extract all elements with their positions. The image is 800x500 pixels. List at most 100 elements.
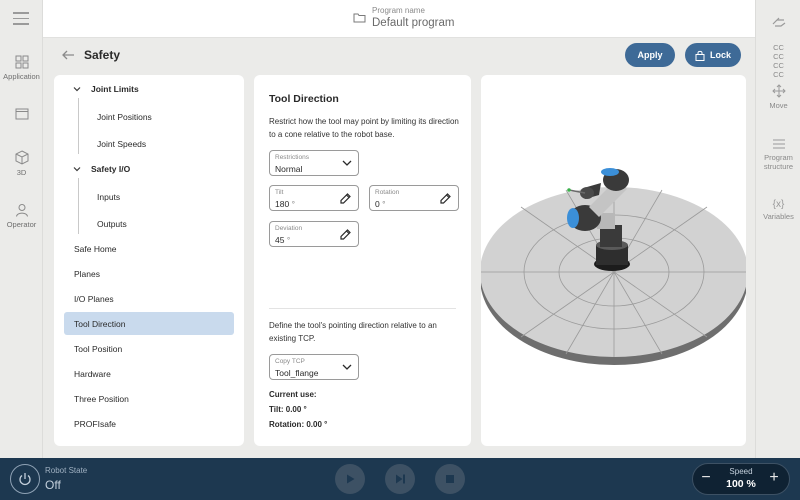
copy-tcp-dropdown[interactable]: Copy TCP Tool_flange — [269, 354, 359, 380]
nav-joint-positions[interactable]: Joint Positions — [97, 112, 152, 122]
tcp-description: Define the tool's pointing direction rel… — [269, 321, 437, 343]
restrictions-dropdown[interactable]: Restrictions Normal — [269, 150, 359, 176]
pencil-icon[interactable] — [339, 228, 352, 241]
nav-planes[interactable]: Planes — [74, 269, 100, 279]
nav-window[interactable] — [0, 108, 43, 123]
nav-io-planes[interactable]: I/O Planes — [74, 294, 114, 304]
program-name-value: Default program — [372, 17, 455, 29]
nav-safe-home[interactable]: Safe Home — [74, 244, 117, 254]
deviation-value-wrap: 45 ° — [275, 235, 290, 245]
nav-variables-label: Variables — [763, 212, 794, 221]
tree-line — [78, 178, 79, 234]
copy-tcp-value: Tool_flange — [275, 368, 319, 378]
speed-increase-button[interactable]: + — [767, 469, 781, 487]
braces-icon: {x} — [772, 199, 785, 210]
nav-operator-label: Operator — [6, 220, 37, 229]
play-button[interactable] — [335, 464, 365, 494]
chevron-down-icon — [342, 160, 352, 166]
nav-joint-speeds[interactable]: Joint Speeds — [97, 139, 146, 149]
nav-tool-position[interactable]: Tool Position — [74, 344, 122, 354]
nav-inputs[interactable]: Inputs — [97, 192, 120, 202]
chevron-down-icon — [342, 364, 352, 370]
nav-joint-limits[interactable]: Joint Limits — [91, 84, 139, 94]
tilt-unit: ° — [291, 199, 295, 209]
lock-button[interactable]: Lock — [685, 43, 741, 67]
deviation-unit: ° — [286, 235, 291, 245]
nav-program-structure[interactable]: Program structure — [756, 138, 800, 171]
apply-button[interactable]: Apply — [625, 43, 675, 67]
restrictions-label: Restrictions — [275, 154, 309, 161]
nav-profisafe[interactable]: PROFIsafe — [74, 419, 116, 429]
power-icon — [19, 473, 31, 486]
freedrive-button[interactable] — [756, 16, 800, 33]
power-button[interactable] — [10, 464, 40, 494]
stop-button[interactable] — [435, 464, 465, 494]
robot-state-label: Robot State — [45, 466, 88, 475]
robot-3d-view[interactable] — [481, 75, 746, 446]
page-title: Safety — [84, 48, 121, 62]
chevron-down-icon[interactable] — [73, 85, 81, 93]
speed-decrease-button[interactable]: − — [699, 469, 713, 487]
form-title: Tool Direction — [269, 93, 339, 105]
window-icon — [15, 108, 28, 120]
copy-tcp-label: Copy TCP — [275, 358, 305, 365]
left-nav-rail: Application 3D Operator — [0, 0, 43, 458]
nav-3d[interactable]: 3D — [0, 150, 43, 177]
tilt-value-wrap: 180 ° — [275, 199, 295, 209]
skip-forward-icon — [396, 474, 405, 484]
pencil-icon[interactable] — [339, 192, 352, 205]
header-bar: Program name Default program — [43, 0, 755, 38]
step-button[interactable] — [385, 464, 415, 494]
current-rotation: Rotation: 0.00 ° — [269, 420, 328, 429]
nav-program-structure-label: Program structure — [763, 153, 794, 171]
right-tools-rail: CC CC CC CC Move Program structure {x} V… — [755, 0, 800, 458]
cc-label: CC CC CC CC — [773, 43, 784, 79]
cube-icon — [15, 150, 28, 165]
hamburger-menu-icon[interactable] — [13, 12, 29, 26]
nav-application-label: Application — [3, 72, 40, 81]
nav-move[interactable]: Move — [756, 84, 800, 110]
deviation-value: 45 — [275, 235, 285, 245]
placeholder-cc[interactable]: CC CC CC CC — [756, 43, 800, 79]
rotation-label: Rotation — [375, 189, 400, 196]
move-arrows-icon — [771, 84, 786, 98]
rotation-value: 0 — [375, 199, 380, 209]
nav-tool-direction[interactable]: Tool Direction — [74, 319, 126, 329]
rotation-value-wrap: 0 ° — [375, 199, 386, 209]
form-description: Restrict how the tool may point by limit… — [269, 117, 459, 139]
folder-icon — [353, 13, 366, 23]
grid-icon — [15, 55, 28, 69]
back-arrow-icon[interactable] — [61, 48, 75, 62]
lock-icon — [695, 50, 705, 61]
nav-safety-io[interactable]: Safety I/O — [91, 164, 130, 174]
current-use-heading: Current use: — [269, 390, 317, 399]
hand-icon — [772, 17, 785, 27]
rotation-field[interactable]: Rotation 0 ° — [369, 185, 459, 211]
person-icon — [15, 204, 28, 217]
nav-hardware[interactable]: Hardware — [74, 369, 111, 379]
tilt-field[interactable]: Tilt 180 ° — [269, 185, 359, 211]
speed-value: 100 % — [726, 478, 756, 490]
nav-three-position[interactable]: Three Position — [74, 394, 129, 404]
chevron-down-icon[interactable] — [73, 165, 81, 173]
tree-line — [78, 98, 79, 154]
nav-variables[interactable]: {x} Variables — [756, 199, 800, 222]
safety-nav-panel — [54, 75, 244, 446]
robot-scene — [481, 168, 746, 365]
stop-icon — [446, 475, 454, 483]
program-name-label: Program name — [372, 6, 425, 15]
speed-label: Speed — [729, 467, 753, 476]
nav-move-label: Move — [769, 101, 788, 110]
deviation-label: Deviation — [275, 225, 303, 232]
pencil-icon[interactable] — [439, 192, 452, 205]
tilt-label: Tilt — [275, 189, 284, 196]
robot-state-value: Off — [45, 478, 61, 492]
nav-operator[interactable]: Operator — [0, 203, 43, 229]
deviation-field[interactable]: Deviation 45 ° — [269, 221, 359, 247]
rotation-unit: ° — [382, 199, 386, 209]
nav-outputs[interactable]: Outputs — [97, 219, 127, 229]
tilt-value: 180 — [275, 199, 290, 209]
form-divider — [269, 308, 456, 309]
nav-application[interactable]: Application — [0, 55, 43, 81]
play-icon — [347, 474, 355, 484]
